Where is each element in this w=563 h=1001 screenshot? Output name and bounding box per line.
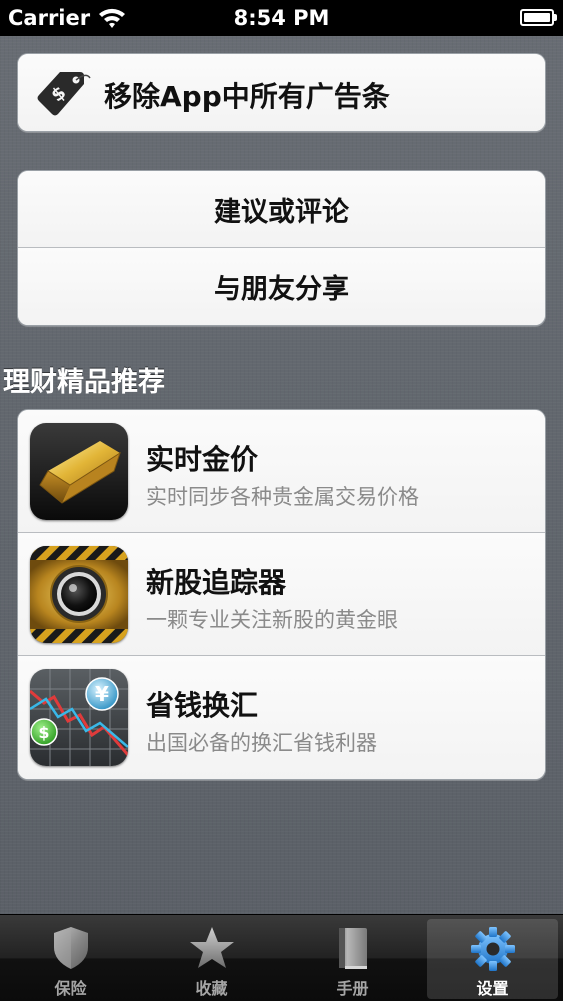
feedback-button[interactable]: 建议或评论 <box>18 171 545 248</box>
remove-ads-label: 移除App中所有广告条 <box>104 80 390 113</box>
app-name: 省钱换汇 <box>146 689 259 722</box>
status-time: 8:54 PM <box>233 6 330 30</box>
gold-bar-icon <box>30 423 128 520</box>
camera-lens-icon <box>30 546 128 643</box>
tab-label: 手册 <box>336 979 369 998</box>
tab-settings[interactable]: 设置 <box>427 919 558 999</box>
gear-icon <box>470 927 515 971</box>
recommended-apps-group: 实时金价 实时同步各种贵金属交易价格 新股追踪器 一颗专业关注新股的黄金眼 ¥ … <box>17 409 546 780</box>
actions-group: 建议或评论 与朋友分享 <box>17 170 546 326</box>
section-title-recommend: 理财精品推荐 <box>3 367 165 398</box>
app-name: 新股追踪器 <box>146 566 287 599</box>
tab-manual[interactable]: 手册 <box>287 919 418 999</box>
svg-text:¥: ¥ <box>95 682 109 706</box>
feedback-label: 建议或评论 <box>214 196 349 228</box>
star-icon <box>189 927 234 968</box>
app-name: 实时金价 <box>146 443 259 476</box>
tab-insurance[interactable]: 保险 <box>5 919 136 999</box>
currency-exchange-icon: ¥ $ <box>30 669 128 766</box>
app-desc: 出国必备的换汇省钱利器 <box>146 731 377 755</box>
tab-favorites[interactable]: 收藏 <box>146 919 277 999</box>
tab-label: 设置 <box>476 979 509 998</box>
svg-text:$: $ <box>38 723 49 742</box>
app-item-ipo-tracker[interactable]: 新股追踪器 一颗专业关注新股的黄金眼 <box>18 533 545 656</box>
price-tag-icon: $ <box>37 72 91 116</box>
tab-label: 保险 <box>54 979 87 998</box>
share-label: 与朋友分享 <box>214 274 349 305</box>
tab-bar: 保险 收藏 手册 设置 <box>0 914 563 1001</box>
status-bar: Carrier 8:54 PM <box>0 0 563 36</box>
book-icon <box>338 928 367 969</box>
remove-ads-group: $ 移除App中所有广告条 <box>17 53 546 132</box>
shield-icon <box>53 927 88 969</box>
share-button[interactable]: 与朋友分享 <box>18 248 545 325</box>
battery-icon <box>520 9 557 26</box>
app-desc: 一颗专业关注新股的黄金眼 <box>146 608 398 632</box>
app-desc: 实时同步各种贵金属交易价格 <box>146 485 419 509</box>
remove-ads-cell[interactable]: $ 移除App中所有广告条 <box>18 54 545 131</box>
tab-label: 收藏 <box>195 979 228 998</box>
app-item-gold-price[interactable]: 实时金价 实时同步各种贵金属交易价格 <box>18 410 545 533</box>
app-item-currency-exchange[interactable]: ¥ $ 省钱换汇 出国必备的换汇省钱利器 <box>18 656 545 779</box>
